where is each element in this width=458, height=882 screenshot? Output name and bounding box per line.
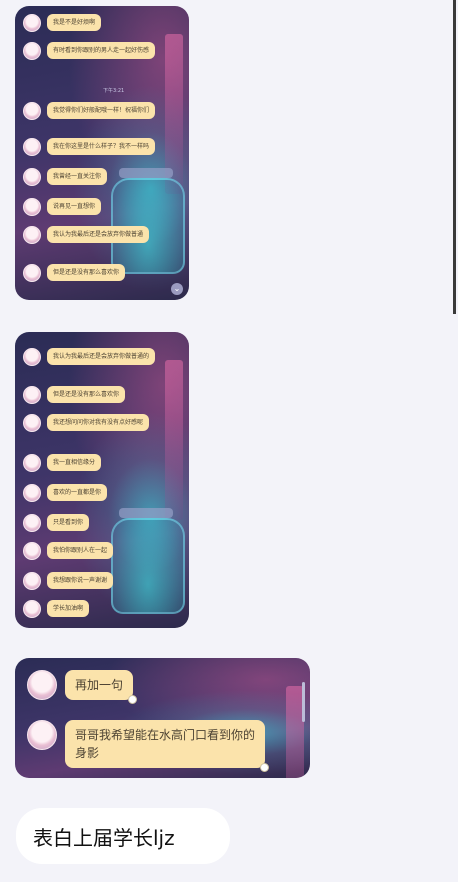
chat-screenshot-3: 再加一句 哥哥我希望能在水高门口看到你的身影 — [15, 658, 310, 778]
scroll-indicator — [302, 682, 305, 722]
message-bubble-text: 我认为我最后还是会放弃你做普通的 — [47, 348, 156, 365]
message-row: 我一直相信缘分 — [23, 454, 102, 472]
avatar — [23, 386, 41, 404]
message-text: 再加一句 — [75, 678, 124, 692]
message-row: 学长加油啊 — [23, 600, 90, 618]
message-bubble-text: 学长加油啊 — [47, 600, 90, 617]
message-bubble-text: 我是不是好烦啊 — [47, 14, 102, 31]
jar-lid-decor — [119, 508, 173, 518]
avatar — [23, 168, 41, 186]
avatar — [23, 42, 41, 60]
message-row: 我是不是好烦啊 — [23, 14, 102, 32]
message-row: 我在你这里是什么样子？我不一样吗 — [23, 138, 156, 156]
message-bubble-text: 喜欢的一直都是你 — [47, 484, 108, 501]
message-row: 我曾经一直关注你 — [23, 168, 108, 186]
message-bubble-text: 但是还是没有那么喜欢你 — [47, 386, 126, 403]
avatar — [23, 484, 41, 502]
message-row: 再加一句 — [27, 670, 138, 704]
message-bubble-text: 我曾经一直关注你 — [47, 168, 108, 185]
page-scrollbar[interactable] — [453, 0, 456, 314]
message-bubble-text: 我怕你跟别人在一起 — [47, 542, 114, 559]
message-row: 有时看到你跟别的男人走一起好伤感 — [23, 42, 156, 60]
avatar — [23, 514, 41, 532]
avatar — [27, 670, 57, 700]
message-bubble-text: 哥哥我希望能在水高门口看到你的身影 — [65, 720, 269, 772]
chat-timestamp: 下午3:21 — [103, 88, 125, 94]
message-row: 哥哥我希望能在水高门口看到你的身影 — [27, 720, 269, 772]
message-bubble-text: 我还想问问你对我有没有点好感呢 — [47, 414, 150, 431]
avatar — [23, 454, 41, 472]
chevron-down-icon[interactable]: ⌄ — [171, 283, 183, 295]
chat-screenshot-2: 我认为我最后还是会放弃你做普通的 但是还是没有那么喜欢你 我还想问问你对我有没有… — [15, 332, 189, 628]
message-row: 我觉得你们好般配哦一样！祝福你们 — [23, 102, 156, 120]
jar-lid-decor — [119, 168, 173, 178]
message-row: 我认为我最后还是会放弃你做普通的 — [23, 348, 156, 366]
message-row: 但是还是没有那么喜欢你 — [23, 386, 126, 404]
caption-message: 表白上届学长ljz — [16, 808, 230, 864]
avatar — [27, 720, 57, 750]
avatar — [23, 226, 41, 244]
message-bubble-text: 我一直相信缘分 — [47, 454, 102, 471]
message-bubble-text: 我觉得你们好般配哦一样！祝福你们 — [47, 102, 156, 119]
message-bubble-text: 有时看到你跟别的男人走一起好伤感 — [47, 42, 156, 59]
avatar — [23, 138, 41, 156]
message-bubble-text: 我想跟你说一声谢谢 — [47, 572, 114, 589]
message-text: 哥哥我希望能在水高门口看到你的身影 — [75, 728, 256, 760]
message-bubble-text: 我认为我最后还是会放弃你做普通 — [47, 226, 150, 243]
avatar — [23, 348, 41, 366]
message-bubble-text: 再加一句 — [65, 670, 138, 704]
message-bubble-text: 说再见一直想你 — [47, 198, 102, 215]
message-row: 我怕你跟别人在一起 — [23, 542, 114, 560]
avatar — [23, 572, 41, 590]
message-row: 喜欢的一直都是你 — [23, 484, 108, 502]
avatar — [23, 542, 41, 560]
message-bubble-text: 但是还是没有那么喜欢你 — [47, 264, 126, 281]
avatar — [23, 198, 41, 216]
message-row: 只是看到你 — [23, 514, 90, 532]
message-bubble-text: 只是看到你 — [47, 514, 90, 531]
avatar — [23, 14, 41, 32]
message-bubble-text: 我在你这里是什么样子？我不一样吗 — [47, 138, 156, 155]
message-row: 我想跟你说一声谢谢 — [23, 572, 114, 590]
jar-decor — [111, 518, 185, 614]
read-receipt-icon — [260, 763, 269, 772]
message-row: 我认为我最后还是会放弃你做普通 — [23, 226, 150, 244]
message-row: 我还想问问你对我有没有点好感呢 — [23, 414, 150, 432]
message-row: 说再见一直想你 — [23, 198, 102, 216]
caption-text: 表白上届学长ljz — [33, 825, 175, 850]
avatar — [23, 264, 41, 282]
avatar — [23, 414, 41, 432]
avatar — [23, 102, 41, 120]
read-receipt-icon — [128, 695, 138, 704]
message-row: 但是还是没有那么喜欢你 — [23, 264, 126, 282]
chat-screenshot-1: 下午3:21 我是不是好烦啊 有时看到你跟别的男人走一起好伤感 我觉得你们好般配… — [15, 6, 189, 300]
avatar — [23, 600, 41, 618]
